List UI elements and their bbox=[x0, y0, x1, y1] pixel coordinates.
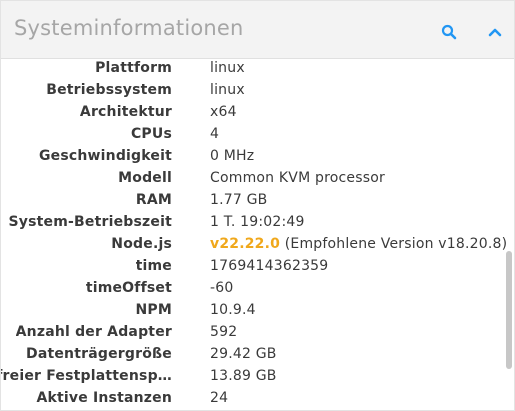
info-value: linux bbox=[210, 60, 245, 76]
info-label: Geschwindigkeit bbox=[38, 148, 172, 164]
search-button[interactable] bbox=[438, 21, 460, 43]
info-value: 29.42 GB bbox=[210, 346, 277, 362]
system-info-widget: Systeminformationen Plattform linux Betr… bbox=[0, 0, 515, 411]
info-value: linux bbox=[210, 82, 245, 98]
info-row-disk-size: Datenträgergröße 29.42 GB bbox=[1, 345, 500, 367]
info-row-cpus: CPUs 4 bbox=[1, 125, 500, 147]
info-label: Node.js bbox=[111, 236, 172, 252]
info-value: 24 bbox=[210, 390, 229, 406]
info-row-active-instances: Aktive Instanzen 24 bbox=[1, 389, 500, 410]
info-row-ram: RAM 1.77 GB bbox=[1, 191, 500, 213]
nodejs-recommended-note: (Empfohlene Version v18.20.8) bbox=[284, 236, 508, 252]
info-label: time bbox=[135, 258, 172, 274]
collapse-button[interactable] bbox=[484, 21, 506, 43]
info-row-npm: NPM 10.9.4 bbox=[1, 301, 500, 323]
info-row-time: time 1769414362359 bbox=[1, 257, 500, 279]
info-value: 1.77 GB bbox=[210, 192, 268, 208]
info-row-uptime: System-Betriebszeit 1 T. 19:02:49 bbox=[1, 213, 500, 235]
info-value: -60 bbox=[210, 280, 234, 296]
widget-header: Systeminformationen bbox=[1, 1, 514, 59]
info-row-architecture: Architektur x64 bbox=[1, 103, 500, 125]
info-row-disk-free: freier Festplattensp… 13.89 GB bbox=[1, 367, 500, 389]
info-label: timeOffset bbox=[85, 280, 172, 296]
info-value: v22.22.0 (Empfohlene Version v18.20.8) bbox=[210, 236, 507, 252]
info-label: Aktive Instanzen bbox=[36, 390, 172, 406]
info-label: Architektur bbox=[79, 104, 172, 120]
info-list[interactable]: Plattform linux Betriebssystem linux Arc… bbox=[1, 59, 514, 410]
info-row-nodejs: Node.js v22.22.0 (Empfohlene Version v18… bbox=[1, 235, 507, 257]
info-row-model: Modell Common KVM processor bbox=[1, 169, 500, 191]
info-value: Common KVM processor bbox=[210, 170, 385, 186]
nodejs-version: v22.22.0 bbox=[210, 236, 281, 252]
info-label: NPM bbox=[135, 302, 172, 318]
scrollbar-thumb[interactable] bbox=[506, 251, 512, 369]
info-row-platform: Plattform linux bbox=[1, 59, 500, 81]
info-label: CPUs bbox=[130, 126, 172, 142]
info-value: 0 MHz bbox=[210, 148, 255, 164]
info-value: 4 bbox=[210, 126, 220, 142]
info-label: Modell bbox=[118, 170, 172, 186]
chevron-up-icon bbox=[488, 28, 502, 37]
info-row-timeoffset: timeOffset -60 bbox=[1, 279, 500, 301]
info-row-adapter-count: Anzahl der Adapter 592 bbox=[1, 323, 500, 345]
info-label: Plattform bbox=[95, 60, 172, 76]
info-row-speed: Geschwindigkeit 0 MHz bbox=[1, 147, 500, 169]
info-value: 592 bbox=[210, 324, 238, 340]
widget-title: Systeminformationen bbox=[14, 16, 244, 40]
info-value: 13.89 GB bbox=[210, 368, 277, 384]
info-value: 1 T. 19:02:49 bbox=[210, 214, 305, 230]
info-label: Betriebssystem bbox=[46, 82, 172, 98]
info-label: Datenträgergröße bbox=[26, 346, 172, 362]
info-label: freier Festplattensp… bbox=[1, 368, 172, 384]
search-icon bbox=[441, 24, 457, 40]
info-value: x64 bbox=[210, 104, 237, 120]
info-label: System-Betriebszeit bbox=[8, 214, 172, 230]
info-label: RAM bbox=[135, 192, 172, 208]
info-value: 10.9.4 bbox=[210, 302, 256, 318]
info-label: Anzahl der Adapter bbox=[15, 324, 172, 340]
info-row-os: Betriebssystem linux bbox=[1, 81, 500, 103]
info-value: 1769414362359 bbox=[210, 258, 329, 274]
